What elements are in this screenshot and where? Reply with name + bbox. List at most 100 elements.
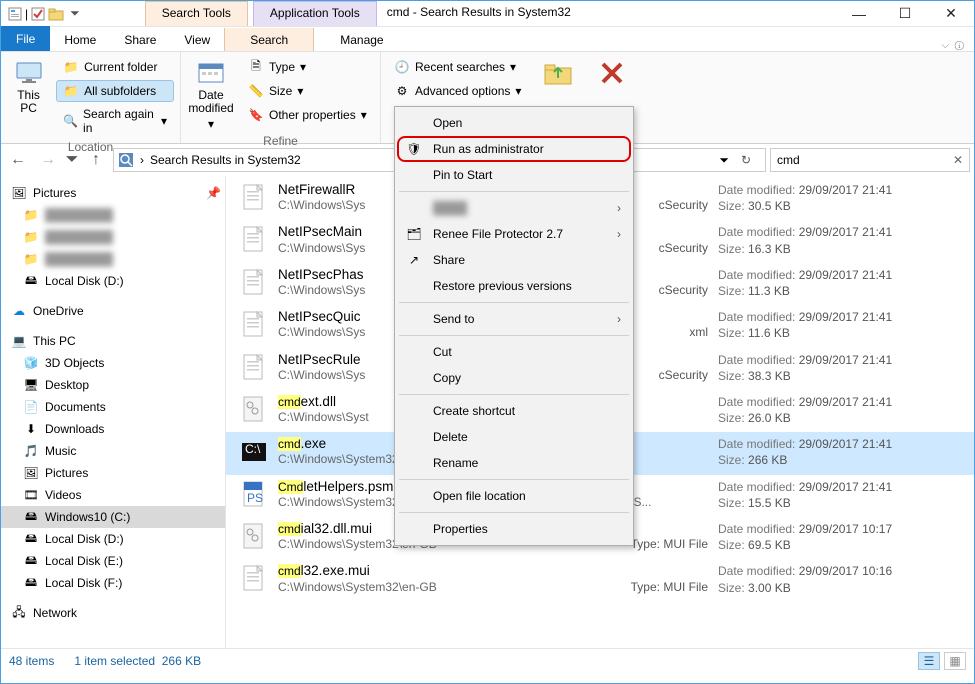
search-input[interactable] — [777, 153, 937, 167]
file-name: cmdl32.exe.mui — [278, 563, 708, 579]
status-items: 48 items — [9, 654, 54, 668]
close-button[interactable]: ✕ — [928, 1, 974, 26]
nav-pictures2[interactable]: 🖼Pictures — [1, 462, 225, 484]
folder-icon: 📁 — [63, 59, 79, 75]
file-date: Date modified: 29/09/2017 21:41 — [718, 224, 968, 240]
file-date: Date modified: 29/09/2017 21:41 — [718, 352, 968, 368]
ctx-open-location[interactable]: Open file location — [397, 483, 631, 509]
nav-network[interactable]: 🖧Network — [1, 602, 225, 624]
ctx-properties[interactable]: Properties — [397, 516, 631, 542]
current-folder-button[interactable]: 📁Current folder — [56, 56, 174, 78]
advanced-options-button[interactable]: ⚙Advanced options▾ — [387, 80, 528, 102]
nav-local-e[interactable]: 🖴Local Disk (E:) — [1, 550, 225, 572]
file-date: Date modified: 29/09/2017 21:41 — [718, 267, 968, 283]
nav-blur2[interactable]: 📁████████ — [1, 226, 225, 248]
ctx-create-shortcut[interactable]: Create shortcut — [397, 398, 631, 424]
new-folder-icon[interactable] — [48, 6, 64, 22]
manage-tab[interactable]: Manage — [314, 28, 409, 51]
maximize-button[interactable]: ☐ — [882, 1, 928, 26]
file-icon — [240, 224, 268, 256]
search-again-in-button[interactable]: 🔍Search again in▾ — [56, 104, 174, 138]
clear-search-icon[interactable]: ✕ — [953, 153, 963, 167]
ctx-blur[interactable]: ████› — [397, 195, 631, 221]
file-tab[interactable]: File — [1, 26, 50, 51]
file-date: Date modified: 29/09/2017 21:41 — [718, 436, 968, 452]
pictures-icon: 🖼 — [23, 465, 39, 481]
search-box[interactable]: ✕ — [770, 148, 970, 172]
ctx-renee[interactable]: 🗂Renee File Protector 2.7› — [397, 221, 631, 247]
close-x-icon — [596, 60, 628, 86]
folders-icon: 📁 — [63, 83, 79, 99]
type-button[interactable]: 🗎Type▾ — [241, 56, 374, 78]
nav-this-pc[interactable]: 💻This PC — [1, 330, 225, 352]
file-row[interactable]: cmdl32.exe.muiC:\Windows\System32\en-GBT… — [226, 559, 974, 601]
cloud-icon: ☁ — [11, 303, 27, 319]
svg-text:PS: PS — [247, 491, 263, 505]
nav-music[interactable]: 🎵Music — [1, 440, 225, 462]
other-properties-button[interactable]: 🔖Other properties▾ — [241, 104, 374, 126]
share-tab[interactable]: Share — [110, 28, 170, 51]
qat-customize[interactable]: ⏷ — [66, 6, 84, 21]
nav-blur1[interactable]: 📁████████ — [1, 204, 225, 226]
view-details-button[interactable]: ☰ — [918, 652, 940, 670]
nav-blur3[interactable]: 📁████████ — [1, 248, 225, 270]
file-size: Size: 266 KB — [718, 452, 968, 468]
nav-local-d2[interactable]: 🖴Local Disk (D:) — [1, 528, 225, 550]
check-icon[interactable] — [30, 6, 46, 22]
nav-onedrive[interactable]: ☁OneDrive — [1, 300, 225, 322]
file-size: Size: 16.3 KB — [718, 241, 968, 257]
ctx-restore[interactable]: Restore previous versions — [397, 273, 631, 299]
properties-icon[interactable] — [7, 6, 23, 22]
ctx-share[interactable]: ↗Share — [397, 247, 631, 273]
folder-icon: 📁 — [23, 251, 39, 267]
nav-3dobjects[interactable]: 🧊3D Objects — [1, 352, 225, 374]
file-icon — [240, 352, 268, 384]
this-pc-button[interactable]: This PC — [7, 56, 50, 115]
all-subfolders-button[interactable]: 📁All subfolders — [56, 80, 174, 102]
file-size: Size: 15.5 KB — [718, 495, 968, 511]
ctx-open[interactable]: Open — [397, 110, 631, 136]
nav-videos[interactable]: 🎞Videos — [1, 484, 225, 506]
ctx-run-as-admin[interactable]: 🛡Run as administrator — [397, 136, 631, 162]
refresh-button[interactable]: ↻ — [735, 153, 757, 167]
ctx-rename[interactable]: Rename — [397, 450, 631, 476]
close-search-button[interactable] — [588, 56, 636, 86]
nav-desktop[interactable]: 🖥Desktop — [1, 374, 225, 396]
tag-icon: 🔖 — [248, 107, 264, 123]
date-modified-button[interactable]: Date modified▾ — [187, 56, 235, 132]
nav-local-d[interactable]: 🖴Local Disk (D:) — [1, 270, 225, 292]
search-tools-tab[interactable]: Search Tools — [145, 1, 248, 26]
network-icon: 🖧 — [11, 605, 27, 621]
ctx-pin-start[interactable]: Pin to Start — [397, 162, 631, 188]
desktop-icon: 🖥 — [23, 377, 39, 393]
home-tab[interactable]: Home — [50, 28, 110, 51]
ctx-send-to[interactable]: Send to› — [397, 306, 631, 332]
file-date: Date modified: 29/09/2017 21:41 — [718, 394, 968, 410]
view-tab[interactable]: View — [170, 28, 224, 51]
size-button[interactable]: 📏Size▾ — [241, 80, 374, 102]
app-icon: 🗂 — [405, 226, 423, 242]
drive-icon: 🖴 — [23, 575, 39, 591]
music-icon: 🎵 — [23, 443, 39, 459]
nav-win10c[interactable]: 🖴Windows10 (C:) — [1, 506, 225, 528]
drive-icon: 🖴 — [23, 509, 39, 525]
minimize-button[interactable]: — — [836, 1, 882, 26]
nav-documents[interactable]: 📄Documents — [1, 396, 225, 418]
ctx-cut[interactable]: Cut — [397, 339, 631, 365]
search-icon: 🔍 — [63, 113, 78, 129]
nav-downloads[interactable]: ⬇Downloads — [1, 418, 225, 440]
ctx-copy[interactable]: Copy — [397, 365, 631, 391]
search-tab[interactable]: Search — [224, 28, 314, 51]
recent-searches-button[interactable]: 🕘Recent searches▾ — [387, 56, 528, 78]
svg-text:C:\: C:\ — [245, 442, 261, 456]
collapse-ribbon[interactable]: ⌵ ⓘ — [942, 37, 975, 51]
nav-pane[interactable]: 🖼Pictures📌 📁████████ 📁████████ 📁████████… — [1, 176, 226, 648]
file-path: C:\Windows\System32\en-GBType: MUI File — [278, 580, 708, 596]
open-file-location-big[interactable] — [534, 56, 582, 86]
application-tools-tab[interactable]: Application Tools — [253, 1, 377, 26]
qat-sep-icon: | — [25, 7, 28, 21]
view-large-button[interactable]: ▦ — [944, 652, 966, 670]
ctx-delete[interactable]: Delete — [397, 424, 631, 450]
nav-pictures[interactable]: 🖼Pictures📌 — [1, 182, 225, 204]
nav-local-f[interactable]: 🖴Local Disk (F:) — [1, 572, 225, 594]
